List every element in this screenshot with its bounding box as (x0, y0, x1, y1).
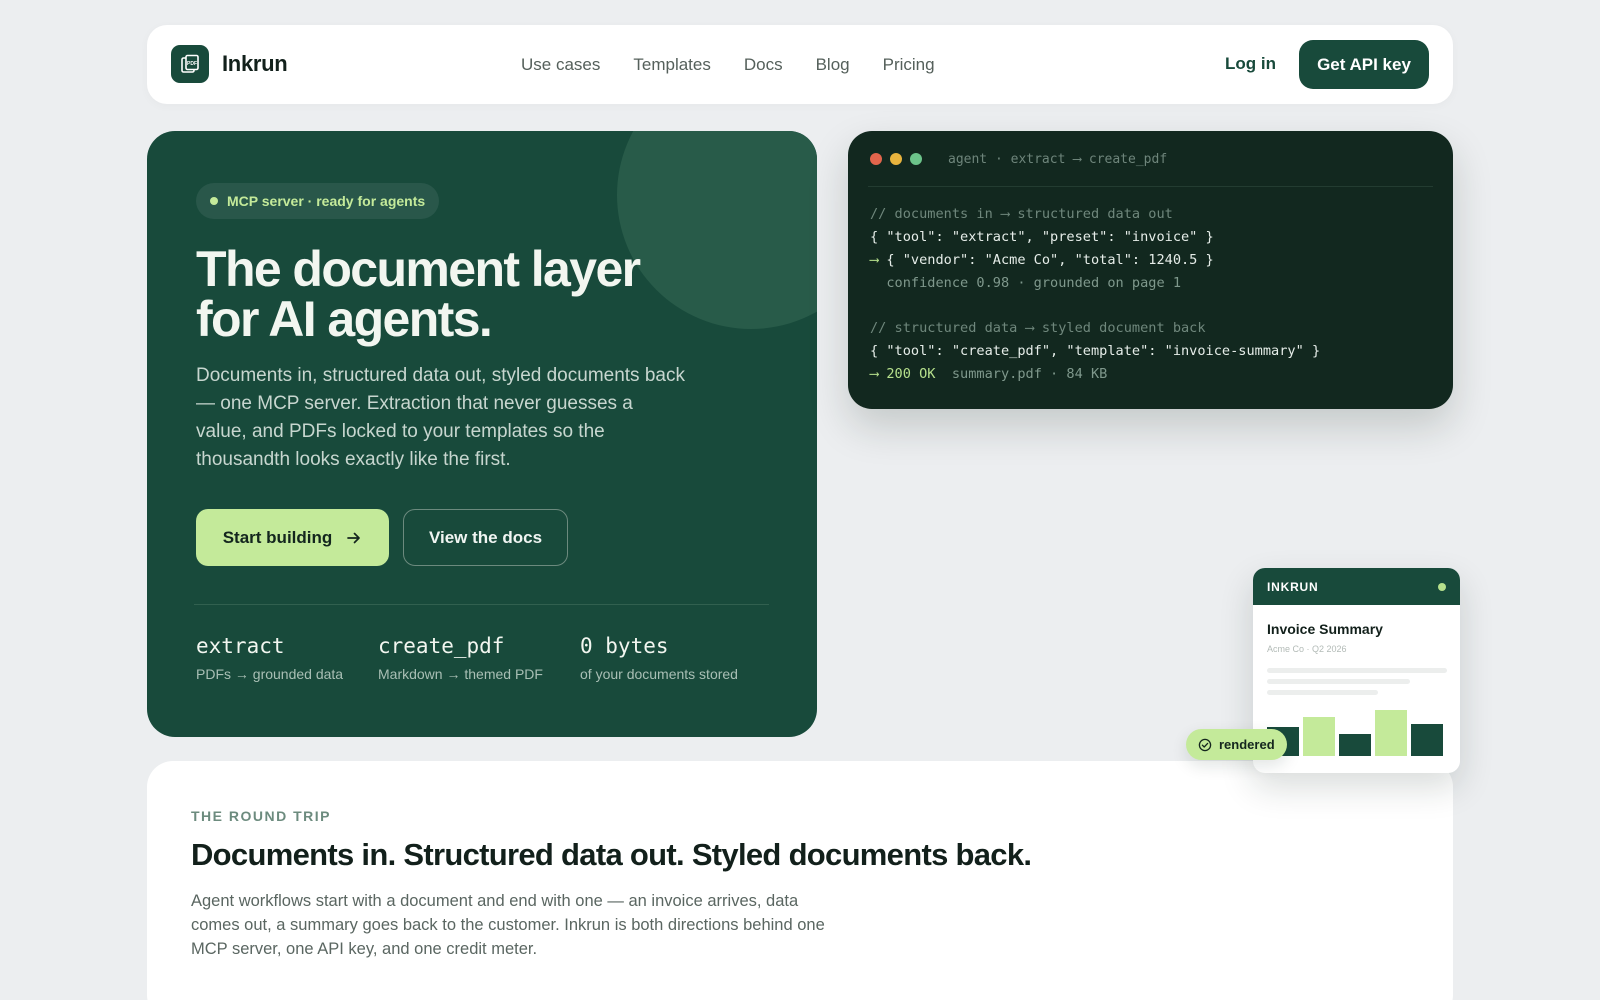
placeholder-line (1267, 679, 1410, 684)
stat-extract: extract PDFs → grounded data (196, 634, 343, 682)
nav-link-docs[interactable]: Docs (744, 55, 783, 75)
placeholder-line (1267, 690, 1378, 695)
code-terminal: agent · extract ⟶ create_pdf // document… (848, 131, 1453, 409)
code-text: { "vendor": "Acme Co", "total": 1240.5 } (878, 252, 1214, 268)
status-dot-icon (210, 197, 218, 205)
code-line: confidence 0.98 · grounded on page 1 (870, 275, 1181, 291)
login-link[interactable]: Log in (1225, 54, 1276, 74)
start-building-label: Start building (222, 527, 333, 547)
hero-title-line-2: for AI agents. (196, 291, 493, 347)
hero-panel: MCP server · ready for agents The docume… (147, 131, 817, 737)
view-docs-button[interactable]: View the docs (403, 509, 568, 566)
nav-link-use-cases[interactable]: Use cases (521, 55, 600, 75)
nav-link-pricing[interactable]: Pricing (883, 55, 935, 75)
terminal-title: agent · extract ⟶ create_pdf (948, 151, 1168, 167)
status-badge: MCP server · ready for agents (196, 183, 440, 219)
section-title: Documents in. Structured data out. Style… (191, 837, 1032, 872)
stat-value: create_pdf (378, 634, 505, 658)
hero-title-line-1: The document layer (196, 241, 641, 297)
card-brand: INKRUN (1267, 579, 1319, 594)
pdf-document-icon: PDF (171, 45, 209, 83)
rendered-badge: rendered (1186, 729, 1287, 760)
card-subtitle: Acme Co · Q2 2026 (1267, 644, 1347, 654)
code-line: ⟶ 200 OK summary.pdf · 84 KB (870, 363, 1320, 386)
nav-link-blog[interactable]: Blog (816, 55, 850, 75)
svg-text:PDF: PDF (187, 61, 197, 67)
top-nav: PDF Inkrun Use cases Templates Docs Blog… (147, 25, 1453, 104)
status-badge-label: MCP server · ready for agents (227, 193, 426, 209)
code-meta: summary.pdf · 84 KB (935, 366, 1108, 382)
mini-bar (1375, 710, 1407, 756)
section-description: Agent workflows start with a document an… (191, 892, 825, 958)
stat-value: 0 bytes (580, 634, 669, 658)
check-circle-icon (1198, 738, 1212, 751)
rendered-label: rendered (1219, 737, 1275, 752)
status-dot-icon (1438, 582, 1446, 591)
card-title: Invoice Summary (1267, 621, 1383, 637)
mini-bar (1303, 717, 1335, 756)
arrow-right-icon (347, 532, 361, 543)
section-eyebrow: THE ROUND TRIP (191, 808, 331, 824)
code-comment: // structured data ⟶ styled document bac… (870, 320, 1206, 336)
terminal-title-bar: agent · extract ⟶ create_pdf (870, 131, 1167, 187)
code-arrow: ⟶ (870, 252, 879, 268)
minimize-dot-icon (890, 153, 902, 165)
stat-create-pdf: create_pdf Markdown → themed PDF (378, 634, 543, 682)
code-line: ⟶ { "vendor": "Acme Co", "total": 1240.5… (870, 249, 1320, 272)
close-dot-icon (870, 153, 882, 165)
placeholder-line (1267, 668, 1447, 673)
divider (868, 186, 1433, 187)
brand-name: Inkrun (222, 51, 288, 76)
mini-bar (1339, 734, 1371, 756)
nav-links: Use cases Templates Docs Blog Pricing (521, 25, 935, 104)
card-header: INKRUN (1253, 568, 1460, 605)
stat-label: Markdown → themed PDF (378, 666, 543, 682)
stat-value: extract (196, 634, 285, 658)
divider (194, 604, 769, 605)
stat-label: PDFs → grounded data (196, 666, 344, 682)
start-building-button[interactable]: Start building (196, 509, 389, 566)
hero-title: The document layer for AI agents. (196, 244, 716, 344)
get-api-key-button[interactable]: Get API key (1299, 40, 1429, 89)
stat-storage: 0 bytes of your documents stored (580, 634, 738, 682)
code-line: { "tool": "create_pdf", "template": "inv… (870, 343, 1321, 359)
status-ok: ⟶ 200 OK (870, 366, 936, 382)
code-line: { "tool": "extract", "preset": "invoice"… (870, 229, 1214, 245)
hero-description: Documents in, structured data out, style… (196, 365, 685, 470)
code-comment: // documents in ⟶ structured data out (870, 206, 1173, 222)
round-trip-section: THE ROUND TRIP Documents in. Structured … (147, 761, 1453, 1000)
maximize-dot-icon (910, 153, 922, 165)
nav-link-templates[interactable]: Templates (633, 55, 710, 75)
code-spacer (870, 295, 1320, 317)
brand[interactable]: PDF Inkrun (171, 45, 288, 83)
stat-label: of your documents stored (580, 666, 738, 682)
mini-bar (1411, 724, 1443, 756)
terminal-code: // documents in ⟶ structured data out { … (870, 203, 1320, 386)
